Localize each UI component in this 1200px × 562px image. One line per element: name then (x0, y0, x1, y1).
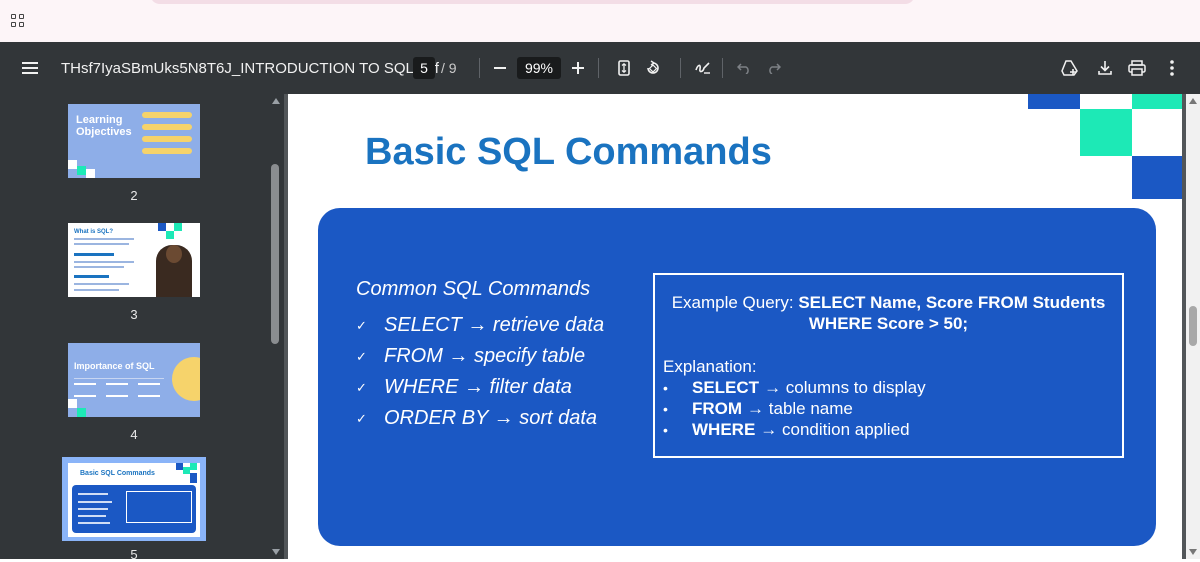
add-to-drive-icon[interactable] (1060, 42, 1080, 94)
explanation-item: • WHERE → condition applied (663, 419, 926, 440)
decor-square (1132, 156, 1182, 199)
toolbar-divider (680, 58, 681, 78)
explanation-keyword: FROM (692, 398, 743, 418)
scrollbar-thumb[interactable] (1189, 306, 1197, 346)
list-item: ✓ SELECT → retrieve data (356, 310, 604, 341)
hamburger-menu-icon[interactable] (20, 42, 40, 94)
document-viewer: Basic SQL Commands Common SQL Commands ✓… (284, 94, 1186, 559)
scroll-up-arrow-icon[interactable] (272, 98, 280, 104)
decor-square (1132, 94, 1182, 109)
example-label: Example Query: (671, 293, 794, 312)
explanation: Explanation: • SELECT → columns to displ… (663, 356, 926, 440)
query-line-2: WHERE Score > 50; (808, 314, 969, 333)
command-text: ORDER BY → sort data (384, 407, 598, 429)
thumbnail-page-number: 4 (130, 427, 138, 442)
fit-page-icon[interactable] (614, 42, 634, 94)
thumbnail-page-number: 2 (130, 188, 138, 203)
list-item: ✓ ORDER BY → sort data (356, 403, 604, 434)
check-icon: ✓ (356, 317, 367, 333)
thumbnail-selection: Basic SQL Commands (62, 457, 206, 541)
command-list: Common SQL Commands ✓ SELECT → retrieve … (356, 278, 604, 434)
command-text: WHERE → filter data (384, 376, 572, 398)
toolbar-divider (598, 58, 599, 78)
example-query-box: Example Query: SELECT Name, Score FROM S… (653, 273, 1124, 458)
content-panel: Common SQL Commands ✓ SELECT → retrieve … (318, 208, 1156, 546)
list-heading: Common SQL Commands (356, 278, 591, 300)
list-item: ✓ WHERE → filter data (356, 372, 604, 403)
redo-icon[interactable] (765, 42, 783, 94)
total-pages: 9 (448, 60, 457, 76)
browser-top-strip (0, 0, 1200, 42)
thumbnail-sidebar: Learning Objectives 2 What is SQL? 3 Imp… (0, 94, 268, 562)
page-thumbnail-3[interactable]: What is SQL? 3 (68, 223, 200, 322)
explanation-heading: Explanation: (663, 356, 757, 376)
bullet-icon: • (663, 400, 668, 417)
explanation-keyword: WHERE (692, 419, 756, 439)
print-icon[interactable] (1127, 42, 1147, 94)
thumbnail-image: Importance of SQL (68, 343, 200, 417)
explanation-text: → columns to display (764, 377, 926, 397)
decor-square (1028, 94, 1080, 109)
explanation-item: • FROM → table name (663, 398, 926, 419)
thumbnail-title: Importance of SQL (74, 361, 155, 371)
query-line-1: SELECT Name, Score FROM Students (798, 293, 1106, 312)
list-item: ✓ FROM → specify table (356, 341, 604, 372)
apps-grid-icon[interactable] (11, 14, 25, 28)
page-count: / 9 (441, 42, 457, 94)
thumbnail-page-number: 5 (130, 547, 138, 562)
explanation-text: → condition applied (760, 419, 910, 439)
bullet-icon: • (663, 421, 668, 438)
explanation-text: → table name (747, 398, 853, 418)
rotate-icon[interactable] (643, 42, 663, 94)
check-icon: ✓ (356, 348, 367, 364)
explanation-keyword: SELECT (692, 377, 760, 397)
thumbnail-title: Basic SQL Commands (80, 470, 155, 477)
sidebar-scrollbar[interactable] (268, 94, 284, 559)
download-icon[interactable] (1095, 42, 1115, 94)
page-thumbnail-5[interactable]: Basic SQL Commands 5 (62, 457, 206, 562)
more-vert-icon[interactable] (1162, 42, 1182, 94)
thumbnail-title: Learning Objectives (76, 114, 132, 138)
scrollbar-thumb[interactable] (271, 164, 279, 344)
check-icon: ✓ (356, 410, 367, 426)
bullet-icon: • (663, 379, 668, 396)
pdf-page: Basic SQL Commands Common SQL Commands ✓… (288, 94, 1182, 559)
pdf-toolbar: THsf7IyaSBmUks5N8T6J_INTRODUCTION TO SQL… (0, 42, 1200, 94)
slide-title: Basic SQL Commands (365, 131, 772, 173)
toolbar-divider (479, 58, 480, 78)
draw-icon[interactable] (693, 42, 713, 94)
document-scrollbar[interactable] (1186, 94, 1200, 559)
scroll-up-arrow-icon[interactable] (1189, 98, 1197, 104)
zoom-level-input[interactable]: 99% (517, 57, 561, 79)
page-number-input[interactable]: 5 (413, 57, 435, 79)
decor-square (1080, 109, 1132, 156)
plus-icon[interactable] (568, 42, 588, 94)
minus-icon[interactable] (490, 42, 510, 94)
toolbar-divider (722, 58, 723, 78)
command-text: SELECT → retrieve data (384, 314, 605, 336)
document-title: THsf7IyaSBmUks5N8T6J_INTRODUCTION TO SQL… (61, 59, 439, 77)
thumbnail-title: What is SQL? (74, 229, 113, 235)
check-icon: ✓ (356, 379, 367, 395)
thumbnail-page-number: 3 (130, 307, 138, 322)
thumbnail-image: Basic SQL Commands (68, 463, 200, 537)
explanation-item: • SELECT → columns to display (663, 377, 926, 398)
scroll-down-arrow-icon[interactable] (272, 549, 280, 555)
undo-icon[interactable] (735, 42, 753, 94)
thumbnail-image: What is SQL? (68, 223, 200, 297)
thumbnail-image: Learning Objectives (68, 104, 200, 178)
example-query: Example Query: SELECT Name, Score FROM S… (655, 292, 1122, 334)
scroll-down-arrow-icon[interactable] (1189, 549, 1197, 555)
page-thumbnail-4[interactable]: Importance of SQL 4 (68, 343, 200, 442)
page-separator: / (441, 60, 445, 76)
command-text: FROM → specify table (384, 345, 586, 367)
tab-bar-edge (150, 0, 915, 4)
page-thumbnail-2[interactable]: Learning Objectives 2 (68, 104, 200, 203)
